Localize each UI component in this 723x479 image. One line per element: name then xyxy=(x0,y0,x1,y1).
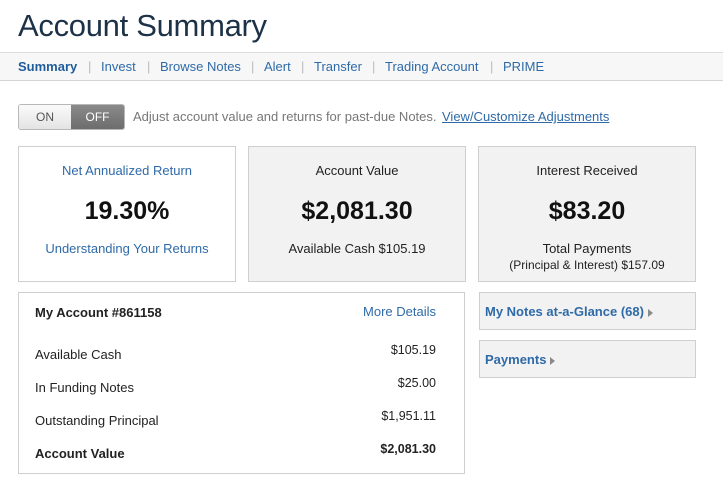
nav-separator: | xyxy=(88,59,92,74)
past-due-adjustment-toggle[interactable]: ON OFF xyxy=(18,104,125,130)
account-value-amount: $2,081.30 xyxy=(301,197,413,225)
page-title: Account Summary xyxy=(18,8,267,43)
outstanding-principal-label: Outstanding Principal xyxy=(35,413,159,428)
nav-separator: | xyxy=(372,59,376,74)
nav-browse-notes[interactable]: Browse Notes xyxy=(160,59,241,74)
total-payments-label: Total Payments xyxy=(542,241,632,256)
nav-alert[interactable]: Alert xyxy=(264,59,291,74)
my-account-title: My Account #861158 xyxy=(35,305,162,320)
interest-received-amount: $83.20 xyxy=(548,197,626,225)
more-details-link[interactable]: More Details xyxy=(363,304,436,319)
account-value-title: Account Value xyxy=(315,163,399,178)
interest-received-title: Interest Received xyxy=(536,163,638,178)
nav-transfer[interactable]: Transfer xyxy=(314,59,362,74)
nav-prime[interactable]: PRIME xyxy=(503,59,544,74)
understanding-returns-link[interactable]: Understanding Your Returns xyxy=(19,241,235,256)
my-notes-glance-link[interactable]: My Notes at-a-Glance (68) xyxy=(485,304,653,319)
net-annualized-return-card: Net Annualized Return 19.30% Understandi… xyxy=(18,146,236,282)
triangle-right-icon xyxy=(550,356,556,365)
account-value-card: Account Value $2,081.30 Available Cash $… xyxy=(248,146,466,282)
nav-invest[interactable]: Invest xyxy=(101,59,136,74)
net-annualized-return-value: 19.30% xyxy=(84,197,170,225)
my-account-panel: My Account #861158 More Details Availabl… xyxy=(18,292,465,474)
adjustment-description: Adjust account value and returns for pas… xyxy=(133,109,437,124)
payments-link[interactable]: Payments xyxy=(485,352,556,367)
main-nav: Summary | Invest | Browse Notes | Alert … xyxy=(0,52,723,81)
available-cash-summary: Available Cash $105.19 xyxy=(288,241,426,256)
available-cash-value: $105.19 xyxy=(390,343,436,357)
payments-panel[interactable]: Payments xyxy=(479,340,696,378)
nav-summary[interactable]: Summary xyxy=(18,59,77,74)
in-funding-notes-label: In Funding Notes xyxy=(35,380,135,395)
nav-separator: | xyxy=(251,59,255,74)
total-payments-value: (Principal & Interest) $157.09 xyxy=(509,258,665,272)
in-funding-notes-value: $25.00 xyxy=(397,376,436,390)
my-notes-glance-panel[interactable]: My Notes at-a-Glance (68) xyxy=(479,292,696,330)
toggle-off-option[interactable]: OFF xyxy=(71,105,124,129)
outstanding-principal-value: $1,951.11 xyxy=(381,409,436,423)
payments-label: Payments xyxy=(485,352,547,367)
nav-separator: | xyxy=(147,59,151,74)
net-annualized-return-title[interactable]: Net Annualized Return xyxy=(19,163,235,178)
available-cash-label: Available Cash xyxy=(35,347,122,362)
toggle-on-option[interactable]: ON xyxy=(19,105,71,129)
my-notes-glance-label: My Notes at-a-Glance (68) xyxy=(485,304,644,319)
triangle-right-icon xyxy=(647,308,653,317)
nav-trading-account[interactable]: Trading Account xyxy=(385,59,478,74)
account-value-total: $2,081.30 xyxy=(380,442,436,456)
interest-received-card: Interest Received $83.20 Total Payments … xyxy=(478,146,696,282)
nav-separator: | xyxy=(490,59,494,74)
customize-adjustments-link[interactable]: View/Customize Adjustments xyxy=(442,109,609,124)
account-value-label: Account Value xyxy=(35,446,125,461)
nav-separator: | xyxy=(301,59,305,74)
